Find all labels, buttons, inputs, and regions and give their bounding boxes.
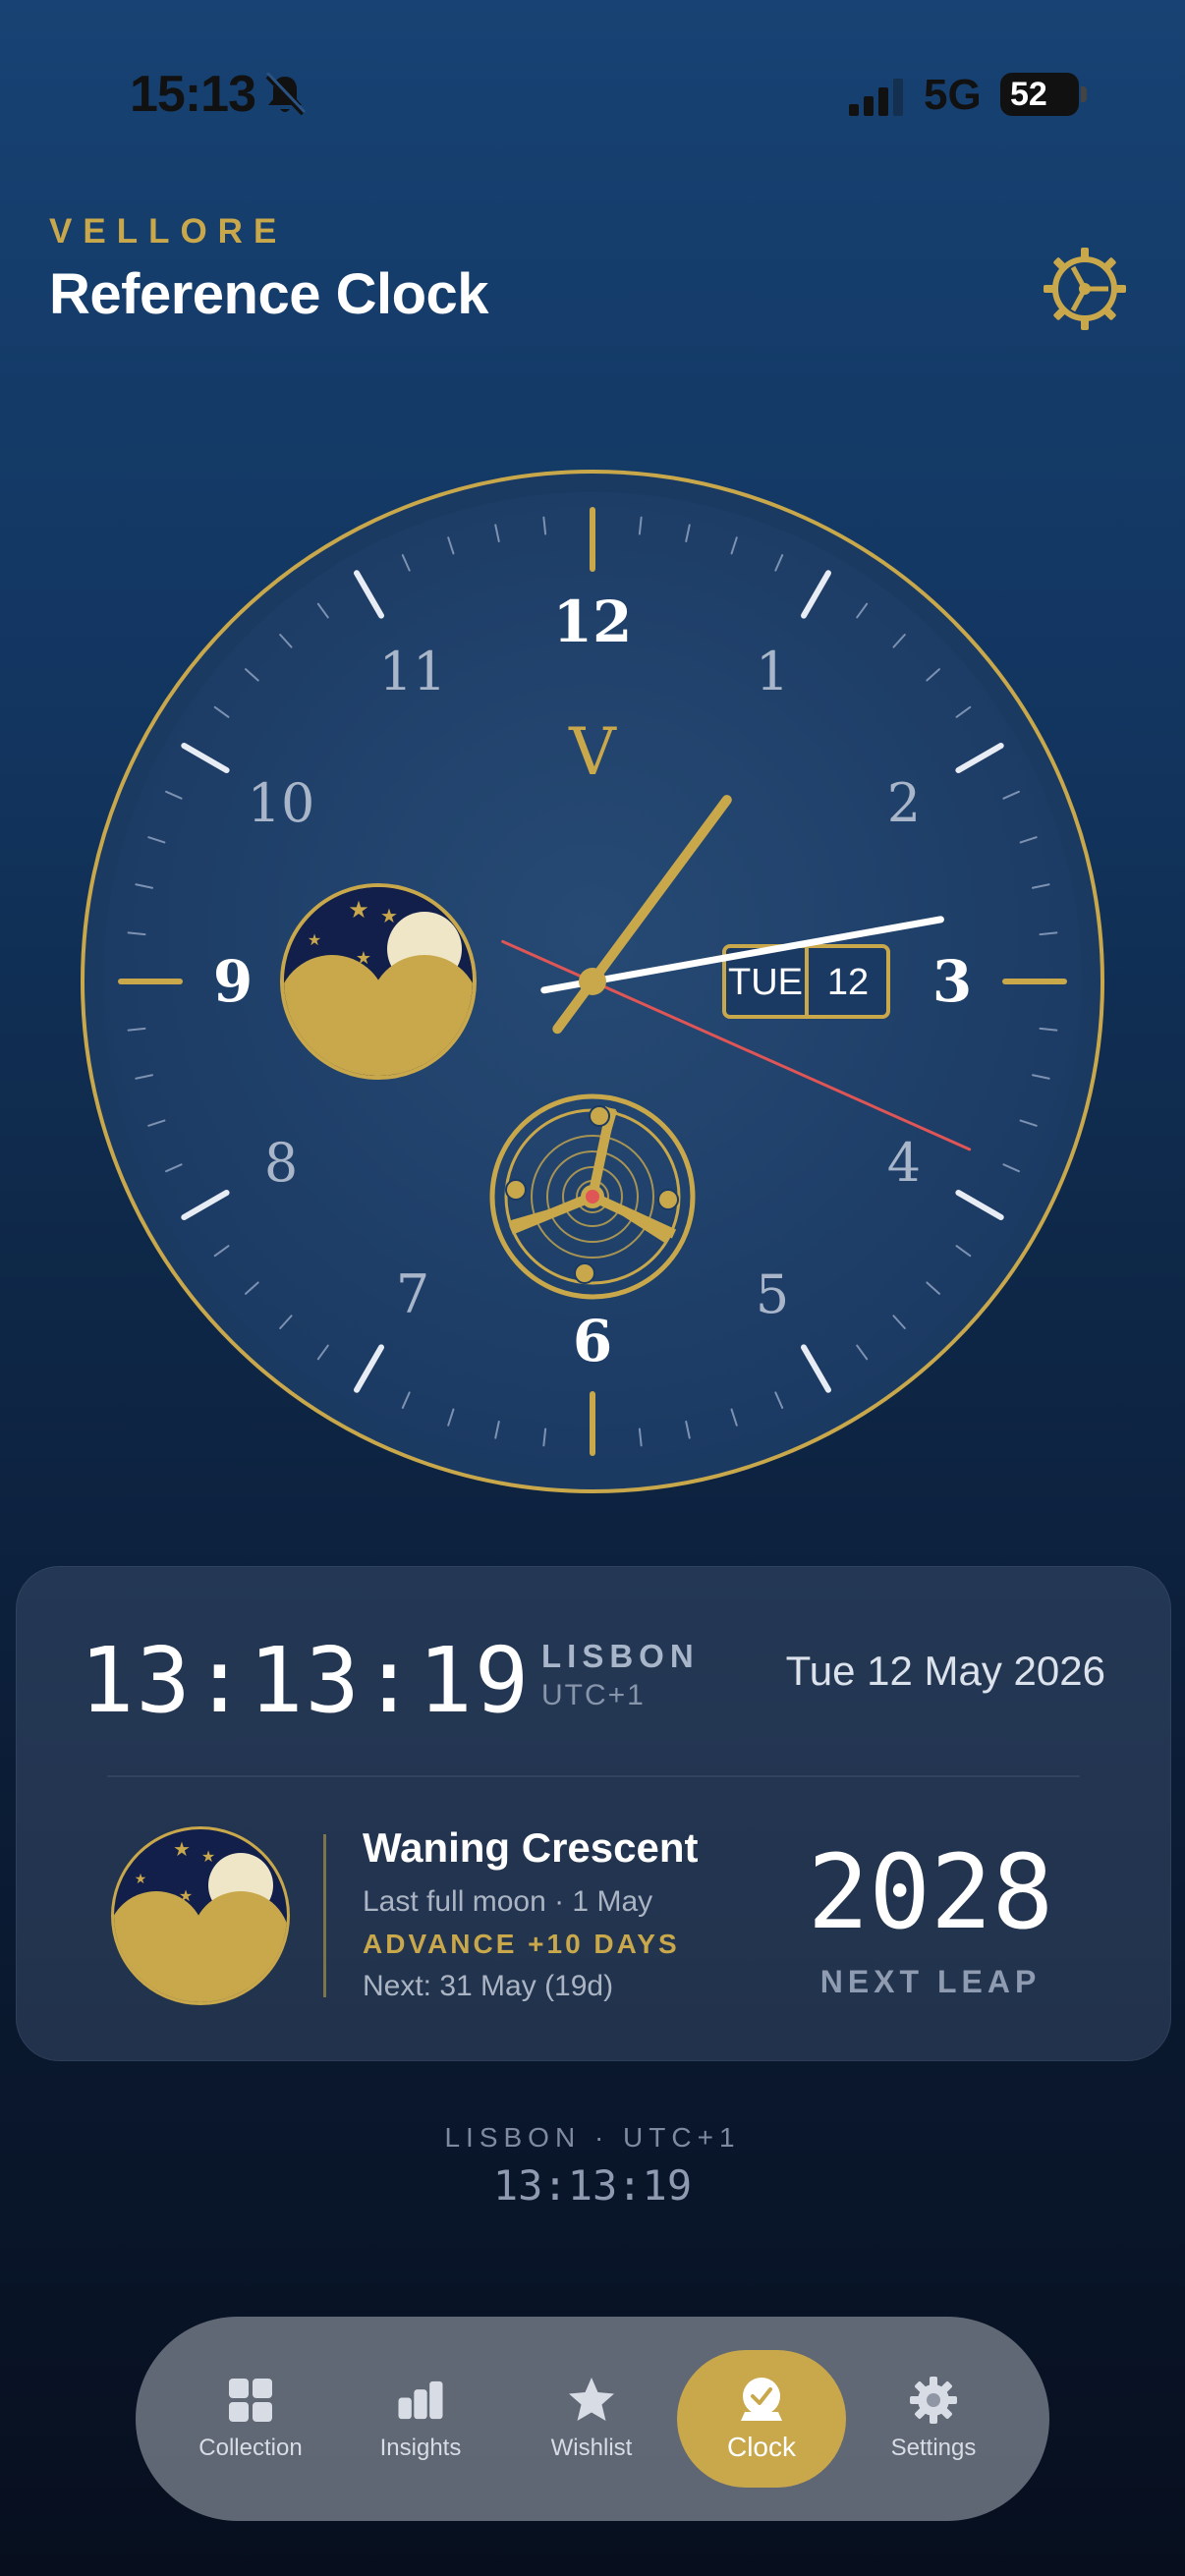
next-leap-year: 2028: [807, 1832, 1054, 1952]
status-bar: 15:13 5G 52: [0, 0, 1185, 196]
last-full-moon: Last full moon · 1 May: [363, 1885, 653, 1918]
battery-cap: [1081, 86, 1087, 102]
tab-clock[interactable]: Clock: [677, 2350, 846, 2488]
tab-settings[interactable]: Settings: [850, 2317, 1017, 2521]
svg-text:★: ★: [380, 904, 398, 927]
card-divider: [107, 1775, 1080, 1777]
page-title: Reference Clock: [49, 262, 489, 326]
analog-clock: 121234567891011 V ★ ★ ★ ★ TUE 12: [81, 470, 1104, 1493]
numeral-3: 3: [932, 948, 972, 1015]
digital-time: 13:13:19: [80, 1628, 532, 1733]
cellular-signal-icon: [849, 79, 903, 116]
tab-label: Settings: [890, 2435, 977, 2461]
tab-label: Insights: [379, 2435, 462, 2461]
tab-label: Collection: [198, 2435, 303, 2461]
date-window-day: TUE: [728, 962, 803, 1003]
moon-phase-icon: ★ ★ ★ ★: [111, 1826, 290, 2005]
tab-label: Wishlist: [550, 2435, 633, 2461]
time-info-card: 13:13:19 LISBON UTC+1 Tue 12 May 2026 ★ …: [16, 1566, 1171, 2061]
tab-wishlist[interactable]: Wishlist: [508, 2317, 675, 2521]
brand-logo: V: [568, 714, 617, 790]
svg-text:★: ★: [356, 948, 371, 969]
svg-text:★: ★: [135, 1872, 147, 1887]
numeral-12: 12: [553, 588, 633, 655]
timezone-offset: UTC+1: [541, 1679, 646, 1711]
numeral-4: 4: [887, 1132, 921, 1194]
svg-text:★: ★: [173, 1837, 191, 1861]
numeral-6: 6: [573, 1308, 612, 1374]
brand-name: VELLORE: [49, 212, 288, 251]
watch-settings-icon[interactable]: [1038, 242, 1132, 336]
svg-text:★: ★: [308, 930, 321, 949]
numeral-10: 10: [248, 772, 315, 834]
numeral-5: 5: [756, 1263, 789, 1325]
tab-label: Clock: [726, 2432, 796, 2462]
battery-indicator: 52: [1000, 73, 1079, 116]
numeral-2: 2: [887, 772, 921, 834]
svg-text:★: ★: [348, 896, 369, 924]
tab-bar: Collection Insights Wishlist Clock Setti…: [136, 2317, 1049, 2521]
star-icon: [569, 2378, 614, 2421]
numeral-7: 7: [396, 1263, 429, 1325]
moon-divider: [323, 1834, 326, 1997]
network-type: 5G: [924, 71, 982, 119]
footer-time: 13:13:19: [492, 2161, 693, 2210]
svg-text:★: ★: [179, 1886, 193, 1905]
tab-insights[interactable]: Insights: [337, 2317, 504, 2521]
status-time: 15:13: [130, 66, 256, 123]
full-date: Tue 12 May 2026: [785, 1648, 1105, 1694]
numeral-11: 11: [379, 641, 447, 702]
numeral-8: 8: [264, 1132, 298, 1194]
numeral-1: 1: [756, 641, 789, 702]
timezone-city: LISBON: [541, 1638, 700, 1674]
clock-icon: [741, 2378, 782, 2421]
center-pin: [579, 968, 606, 995]
moon-phase-name: Waning Crescent: [363, 1824, 699, 1871]
next-full-moon: Next: 31 May (19d): [363, 1970, 614, 2002]
bar-chart-icon: [398, 2380, 443, 2420]
next-leap-label: NEXT LEAP: [819, 1964, 1042, 1999]
date-window-date: 12: [827, 962, 869, 1003]
numeral-9: 9: [213, 948, 253, 1015]
svg-text:★: ★: [201, 1847, 215, 1866]
moon-advance-button[interactable]: ADVANCE +10 DAYS: [363, 1929, 680, 1960]
gear-icon: [910, 2377, 957, 2424]
grid-icon: [229, 2379, 272, 2422]
tab-collection[interactable]: Collection: [167, 2317, 334, 2521]
footer-city: LISBON · UTC+1: [444, 2122, 741, 2153]
silent-bell-icon: [265, 73, 307, 116]
